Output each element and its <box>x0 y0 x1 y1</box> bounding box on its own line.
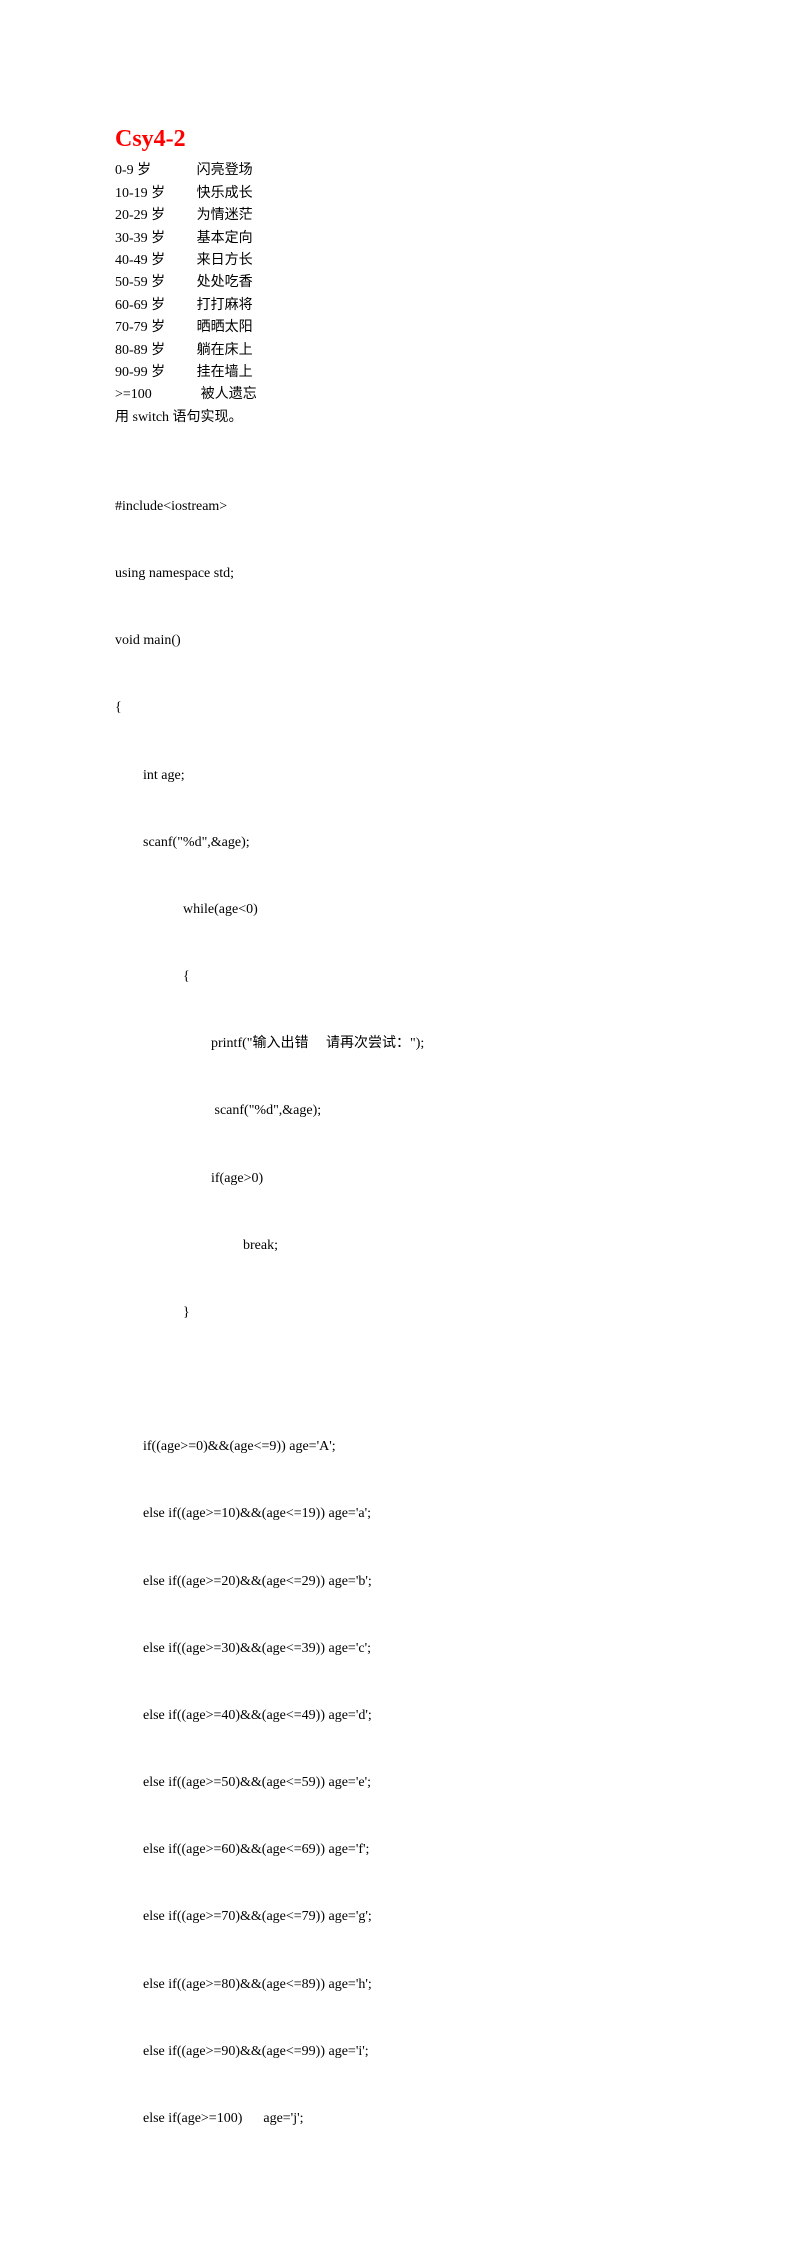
code-line: scanf("%d",&age); <box>115 1100 685 1122</box>
code-line: else if((age>=40)&&(age<=49)) age='d'; <box>115 1705 685 1727</box>
blank-line <box>115 2175 685 2197</box>
code-line: if(age>0) <box>115 1168 685 1190</box>
age-range-table: 0-9 岁 闪亮登场 10-19 岁 快乐成长 20-29 岁 为情迷茫 30-… <box>115 160 685 406</box>
document-title: Csy4-2 <box>115 120 685 158</box>
code-line: else if((age>=50)&&(age<=59)) age='e'; <box>115 1772 685 1794</box>
table-row: 40-49 岁 来日方长 <box>115 250 685 272</box>
code-line: while(age<0) <box>115 899 685 921</box>
code-line: break; <box>115 1235 685 1257</box>
table-row: 10-19 岁 快乐成长 <box>115 183 685 205</box>
code-block: #include<iostream> using namespace std; … <box>115 451 685 2264</box>
blank-line <box>115 1369 685 1391</box>
code-line: else if((age>=20)&&(age<=29)) age='b'; <box>115 1571 685 1593</box>
code-line: using namespace std; <box>115 563 685 585</box>
code-line: { <box>115 697 685 719</box>
table-row: 50-59 岁 处处吃香 <box>115 272 685 294</box>
code-line: int age; <box>115 765 685 787</box>
table-row: >=100 被人遗忘 <box>115 384 685 406</box>
table-row: 70-79 岁 晒晒太阳 <box>115 317 685 339</box>
document-page: Csy4-2 0-9 岁 闪亮登场 10-19 岁 快乐成长 20-29 岁 为… <box>0 0 800 2264</box>
code-line: else if((age>=80)&&(age<=89)) age='h'; <box>115 1974 685 1996</box>
code-line: else if((age>=10)&&(age<=19)) age='a'; <box>115 1503 685 1525</box>
code-line: else if((age>=70)&&(age<=79)) age='g'; <box>115 1906 685 1928</box>
code-line: printf("输入出错 请再次尝试："); <box>115 1033 685 1055</box>
code-line: scanf("%d",&age); <box>115 832 685 854</box>
table-row: 80-89 岁 躺在床上 <box>115 340 685 362</box>
code-line: if((age>=0)&&(age<=9)) age='A'; <box>115 1436 685 1458</box>
code-line: else if((age>=30)&&(age<=39)) age='c'; <box>115 1638 685 1660</box>
code-line: void main() <box>115 630 685 652</box>
code-line: } <box>115 1302 685 1324</box>
table-row: 30-39 岁 基本定向 <box>115 228 685 250</box>
code-line: else if((age>=60)&&(age<=69)) age='f'; <box>115 1839 685 1861</box>
code-line: { <box>115 966 685 988</box>
code-line: else if((age>=90)&&(age<=99)) age='i'; <box>115 2041 685 2063</box>
table-row: 0-9 岁 闪亮登场 <box>115 160 685 182</box>
instruction-text: 用 switch 语句实现。 <box>115 407 685 429</box>
code-line: #include<iostream> <box>115 496 685 518</box>
table-row: 20-29 岁 为情迷茫 <box>115 205 685 227</box>
table-row: 60-69 岁 打打麻将 <box>115 295 685 317</box>
blank-line <box>115 2242 685 2264</box>
code-line: else if(age>=100) age='j'; <box>115 2108 685 2130</box>
table-row: 90-99 岁 挂在墙上 <box>115 362 685 384</box>
